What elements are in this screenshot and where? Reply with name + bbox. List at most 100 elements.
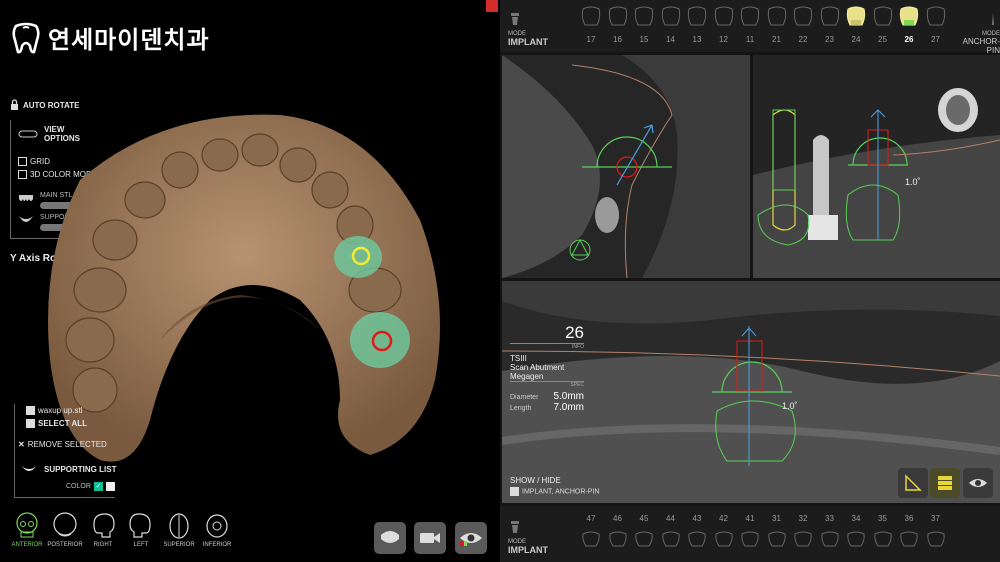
tooth-27-icon[interactable] <box>925 6 947 28</box>
tooth-number-34[interactable]: 34 <box>843 514 869 523</box>
color-mode-check-box[interactable] <box>18 170 27 180</box>
tooth-44-icon[interactable] <box>660 528 682 550</box>
view-inferior[interactable]: INFERIOR <box>198 512 236 548</box>
view-posterior[interactable]: POSTERIOR <box>46 512 84 548</box>
tooth-number-22[interactable]: 22 <box>790 35 816 44</box>
tooth-15-icon[interactable] <box>633 6 655 28</box>
tooth-number-24[interactable]: 24 <box>843 35 869 44</box>
implant-site-24[interactable] <box>334 236 382 278</box>
ct-view-sagittal[interactable]: 1.0˚ 26 INFO TSIII Scan Abutment Megagen… <box>502 281 1000 503</box>
show-hide-checkbox[interactable] <box>510 487 519 496</box>
tooth-11-icon[interactable] <box>739 6 761 28</box>
tooth-32-icon[interactable] <box>792 528 814 550</box>
tooth-number-41[interactable]: 41 <box>737 514 763 523</box>
tooth-logo-icon <box>12 22 40 53</box>
color-swatch-white[interactable] <box>105 482 115 491</box>
tooth-number-47[interactable]: 47 <box>578 514 604 523</box>
tooth-number-44[interactable]: 44 <box>658 514 684 523</box>
panel-close-icon[interactable] <box>486 0 498 12</box>
view-anterior[interactable]: ANTERIOR <box>8 512 46 548</box>
tooth-25-icon[interactable] <box>872 6 894 28</box>
tooth-45-icon[interactable] <box>633 528 655 550</box>
ct-view-panoramic[interactable]: 1.0˚ <box>753 55 1000 278</box>
tooth-12-icon[interactable] <box>713 6 735 28</box>
show-hide-option[interactable]: IMPLANT, ANCHOR-PIN <box>510 487 599 496</box>
right-mode-value: ANCHOR-PIN <box>962 37 1000 55</box>
tooth-21-icon[interactable] <box>766 6 788 28</box>
mode-selector-left[interactable]: MODE IMPLANT <box>508 12 548 47</box>
select-all-item[interactable]: SELECT ALL <box>26 419 87 429</box>
mode-selector-right[interactable]: MODE ANCHOR-PIN <box>952 12 1000 55</box>
tooth-16-icon[interactable] <box>607 6 629 28</box>
skull-front-icon <box>16 512 38 538</box>
teeth-row-icon <box>19 195 33 201</box>
tooth-number-17[interactable]: 17 <box>578 35 604 44</box>
implant-info-panel: 26 INFO TSIII Scan Abutment Megagen SPEC… <box>510 323 584 413</box>
tooth-number-26[interactable]: 26 <box>896 35 922 44</box>
tooth-number-16[interactable]: 16 <box>605 35 631 44</box>
tooth-number-27[interactable]: 27 <box>923 35 949 44</box>
file-checkbox[interactable] <box>26 406 35 416</box>
record-button[interactable] <box>414 522 446 554</box>
tooth-42-icon[interactable] <box>713 528 735 550</box>
tooth-number-33[interactable]: 33 <box>817 514 843 523</box>
tooth-number-12[interactable]: 12 <box>711 35 737 44</box>
grid-check-box[interactable] <box>18 157 27 167</box>
file-item-waxup[interactable]: waxup up.stl <box>26 406 82 416</box>
view-right[interactable]: RIGHT <box>84 512 122 548</box>
tooth-number-46[interactable]: 46 <box>605 514 631 523</box>
tooth-number-14[interactable]: 14 <box>658 35 684 44</box>
visibility-tool-button[interactable] <box>963 468 993 498</box>
implant-icon <box>511 13 519 25</box>
tooth-number-42[interactable]: 42 <box>711 514 737 523</box>
diameter-row: Diameter 5.0mm <box>510 391 584 402</box>
visibility-button[interactable] <box>455 522 487 554</box>
tooth-14-icon[interactable] <box>660 6 682 28</box>
view-superior[interactable]: SUPERIOR <box>160 512 198 548</box>
scan-toggle-button[interactable] <box>374 522 406 554</box>
tooth-number-15[interactable]: 15 <box>631 35 657 44</box>
tooth-number-37[interactable]: 37 <box>923 514 949 523</box>
tooth-24-icon[interactable] <box>845 6 867 28</box>
tooth-35-icon[interactable] <box>872 528 894 550</box>
tooth-36-icon[interactable] <box>898 528 920 550</box>
tooth-13-icon[interactable] <box>686 6 708 28</box>
tooth-17-icon[interactable] <box>580 6 602 28</box>
tooth-number-45[interactable]: 45 <box>631 514 657 523</box>
implant-site-26[interactable] <box>350 312 410 368</box>
length-value: 7.0mm <box>553 402 584 413</box>
tooth-number-21[interactable]: 21 <box>764 35 790 44</box>
lower-mode-selector[interactable]: MODE IMPLANT <box>508 520 548 555</box>
tooth-22-icon[interactable] <box>792 6 814 28</box>
tooth-number-13[interactable]: 13 <box>684 35 710 44</box>
skull-bottom-icon <box>206 514 228 538</box>
view-left[interactable]: LEFT <box>122 512 160 548</box>
tooth-26-icon[interactable] <box>898 6 920 28</box>
tooth-43-icon[interactable] <box>686 528 708 550</box>
tooth-23-icon[interactable] <box>819 6 841 28</box>
tooth-31-icon[interactable] <box>766 528 788 550</box>
layers-tool-button[interactable] <box>930 468 960 498</box>
tooth-number-32[interactable]: 32 <box>790 514 816 523</box>
tooth-41-icon[interactable] <box>739 528 761 550</box>
length-row: Length 7.0mm <box>510 402 584 413</box>
tooth-number-25[interactable]: 25 <box>870 35 896 44</box>
select-all-checkbox[interactable] <box>26 419 35 429</box>
ct-view-cross-section[interactable] <box>502 55 750 278</box>
remove-selected-button[interactable]: ✕ REMOVE SELECTED <box>18 440 107 449</box>
tooth-34-icon[interactable] <box>845 528 867 550</box>
tooth-number-23[interactable]: 23 <box>817 35 843 44</box>
tooth-number-43[interactable]: 43 <box>684 514 710 523</box>
tooth-number-35[interactable]: 35 <box>870 514 896 523</box>
tooth-47-icon[interactable] <box>580 528 602 550</box>
tooth-33-icon[interactable] <box>819 528 841 550</box>
color-swatch-teal[interactable]: ✓ <box>93 482 103 491</box>
measure-tool-button[interactable] <box>898 468 928 498</box>
tooth-number-36[interactable]: 36 <box>896 514 922 523</box>
tooth-number-31[interactable]: 31 <box>764 514 790 523</box>
skull-left-icon <box>129 513 151 538</box>
diameter-label: Diameter <box>510 394 539 401</box>
tooth-number-11[interactable]: 11 <box>737 35 763 44</box>
tooth-37-icon[interactable] <box>925 528 947 550</box>
tooth-46-icon[interactable] <box>607 528 629 550</box>
